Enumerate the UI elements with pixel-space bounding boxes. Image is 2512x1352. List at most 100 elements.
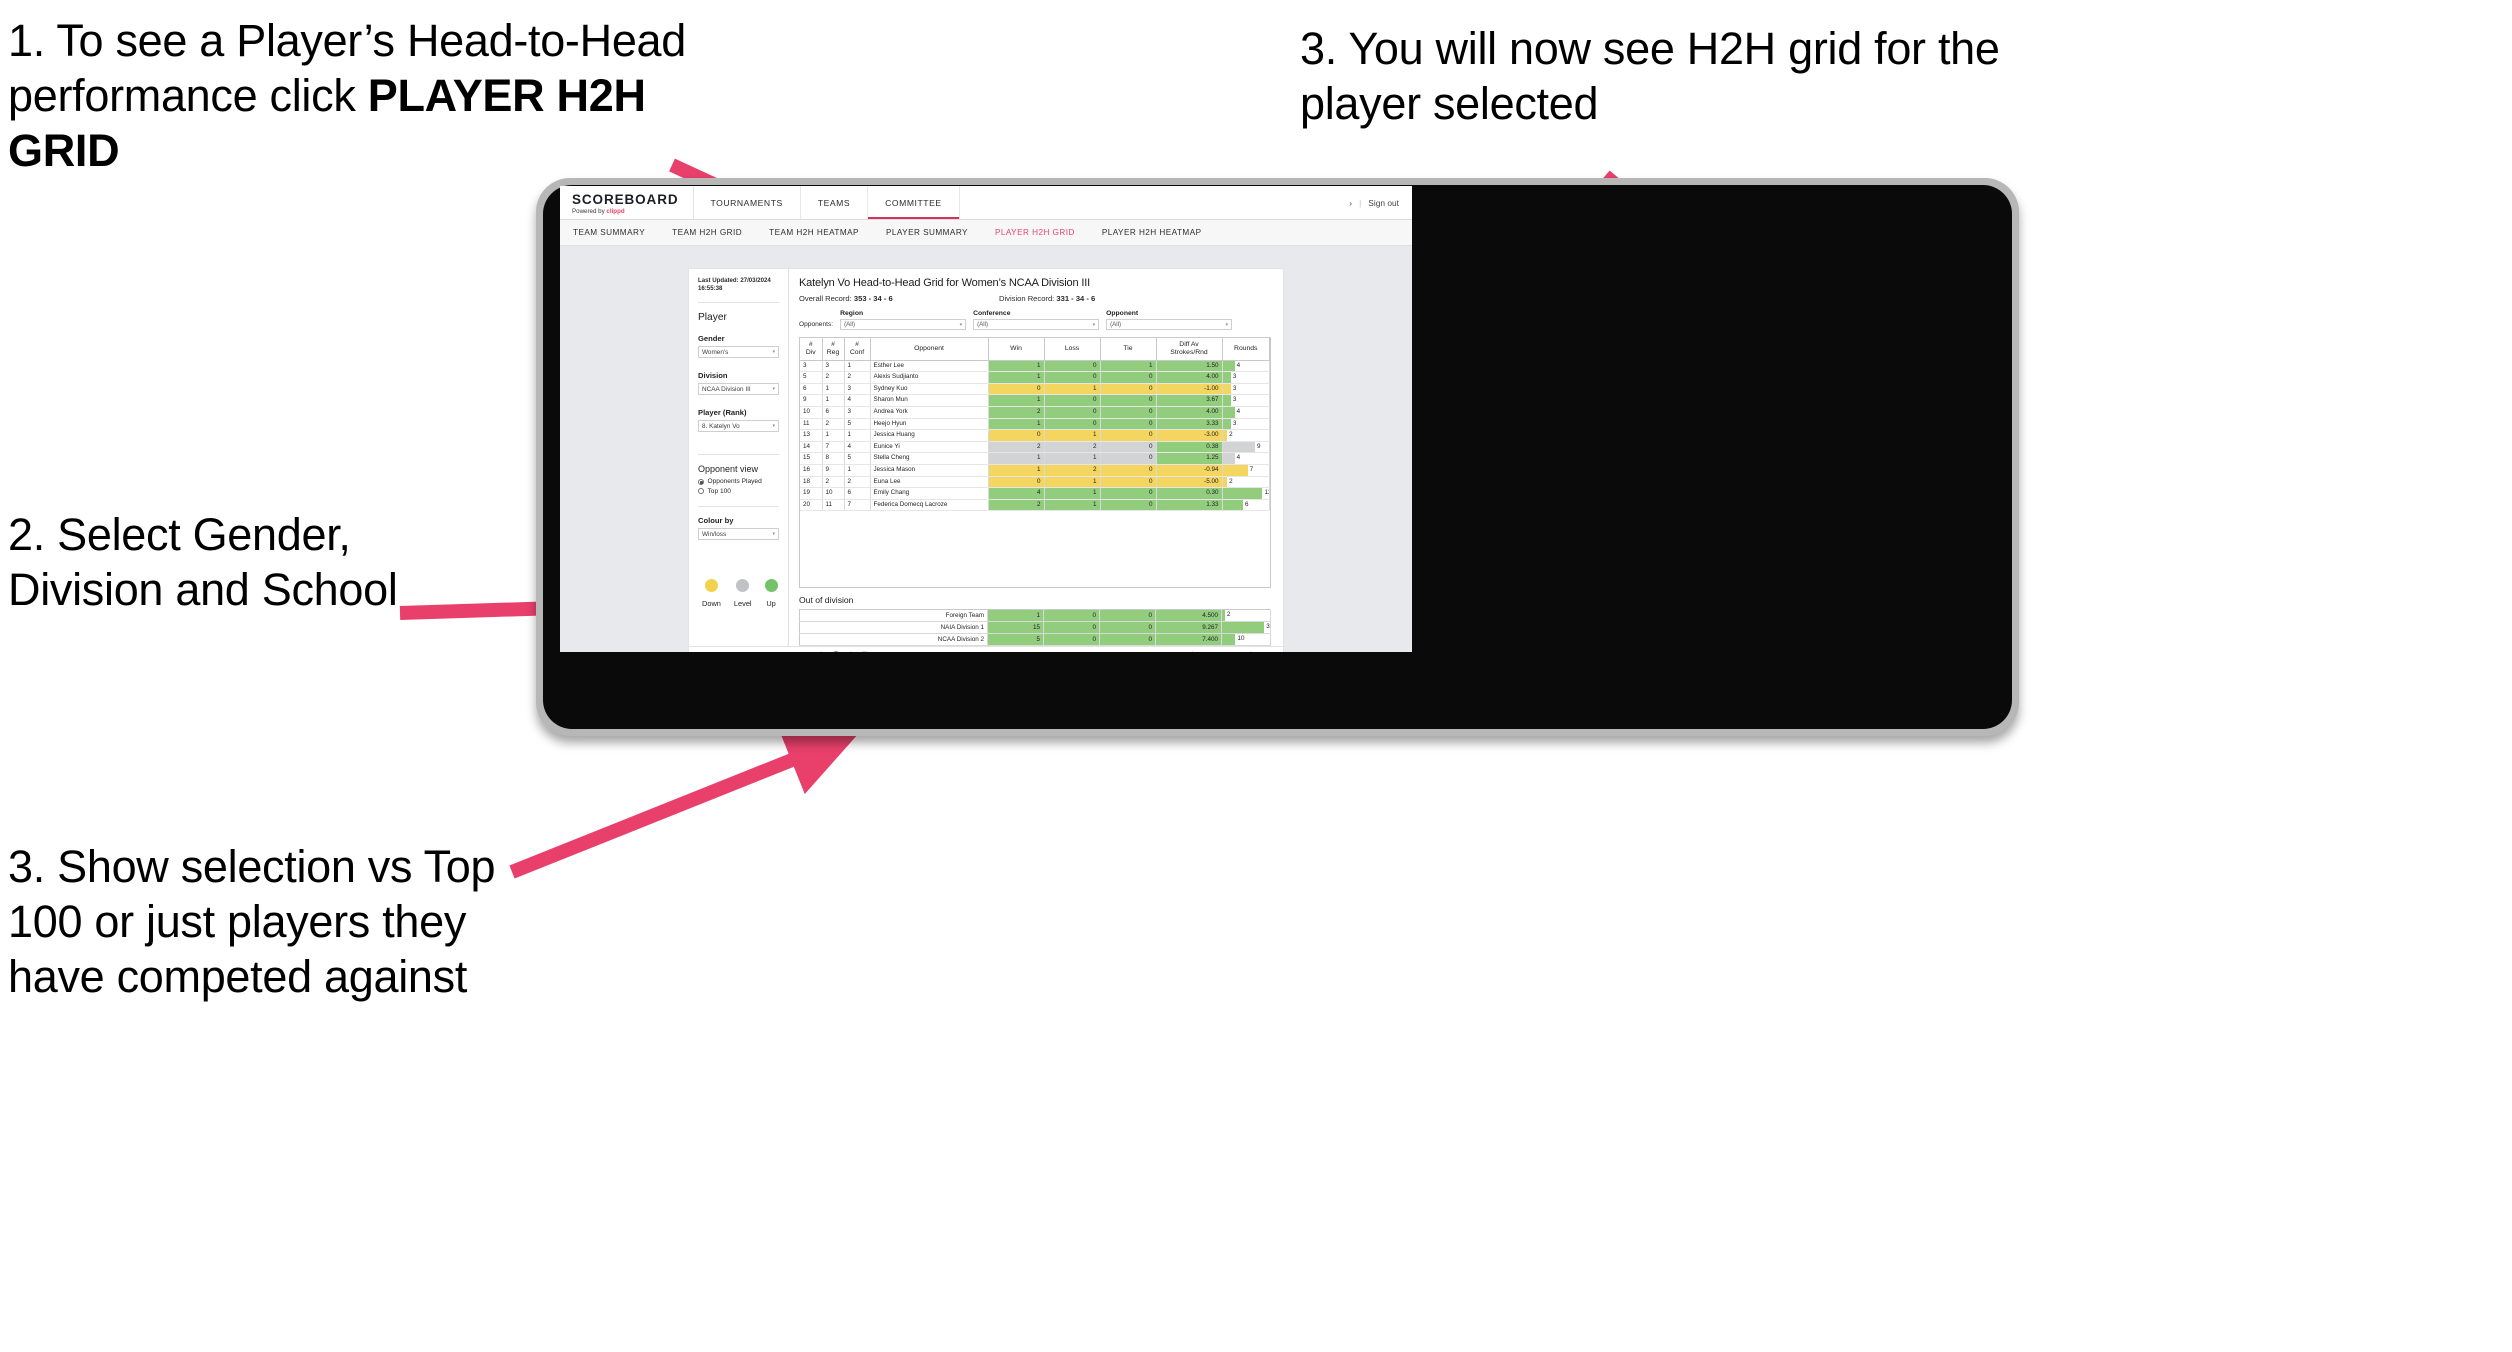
- cell-opponent: Sharon Mun: [870, 394, 989, 407]
- cell-div: 11: [800, 418, 823, 431]
- gender-value: Women's: [702, 348, 729, 356]
- overall-record: Overall Record: 353 - 34 - 6: [799, 294, 999, 303]
- cell-diff: 3.67: [1156, 394, 1223, 407]
- rounds-value: 3: [1232, 384, 1237, 392]
- legend-label-down: Down: [702, 599, 721, 609]
- sign-out-link[interactable]: Sign out: [1368, 198, 1399, 208]
- table-row[interactable]: NAIA Division 115009.26730: [799, 621, 1271, 634]
- opponent-select[interactable]: (All) ▾: [1106, 319, 1233, 330]
- cell-loss: 0: [1044, 406, 1101, 419]
- out-of-division-body: Foreign Team 1 0 0 4.500 2 NAIA Division 1 15 0 0…: [799, 609, 1271, 646]
- view-original-button[interactable]: View: Original: [860, 651, 911, 652]
- subnav-team-summary[interactable]: TEAM SUMMARY: [573, 228, 660, 237]
- radio-top-100-label: Top 100: [707, 487, 731, 495]
- cell-tie: 0: [1099, 633, 1156, 646]
- h2h-header-row: # Div # Reg # Conf Opponent Win Loss Tie Di…: [800, 338, 1270, 361]
- col-diff-l2: Strokes/Rnd: [1170, 348, 1208, 356]
- refresh-icon[interactable]: [753, 651, 762, 653]
- cell-tie: 1: [1100, 360, 1157, 373]
- col-reg: # Reg: [822, 338, 845, 361]
- table-row[interactable]: 9 1 4 Sharon Mun 1 0 0 3.67 3: [800, 394, 1270, 407]
- nav-teams[interactable]: TEAMS: [801, 186, 869, 219]
- region-select[interactable]: (All) ▾: [840, 319, 967, 330]
- subnav-team-h2h-grid[interactable]: TEAM H2H GRID: [672, 228, 757, 237]
- swap-dropdown-icon[interactable]: ▾: [809, 651, 812, 652]
- table-row[interactable]: 13 1 1 Jessica Huang 0 1 0 -3.00 2: [800, 429, 1270, 442]
- cell-win: 2: [988, 441, 1045, 454]
- revert-icon[interactable]: [735, 651, 744, 652]
- nav-tournaments[interactable]: TOURNAMENTS: [694, 186, 801, 219]
- rounds-bar: [1222, 395, 1231, 406]
- cell-loss: 0: [1044, 360, 1101, 373]
- table-row[interactable]: 3 3 1 Esther Lee 1 0 1 1.50 4: [800, 360, 1270, 373]
- player-select[interactable]: 8. Katelyn Vo ▾: [698, 420, 779, 433]
- table-row[interactable]: 11 2 5 Heejo Hyun 1 0 0 3.33 3: [800, 418, 1270, 431]
- chevron-right-icon[interactable]: ›: [1349, 198, 1352, 208]
- watch-button[interactable]: Watch ▾: [1148, 651, 1183, 653]
- subnav-player-summary[interactable]: PLAYER SUMMARY: [886, 228, 983, 237]
- col-div: # Div: [800, 338, 823, 361]
- h2h-table-wrapper[interactable]: # Div # Reg # Conf Opponent Win Loss Tie Di…: [799, 337, 1271, 588]
- pause-icon[interactable]: [771, 651, 780, 653]
- player-label: Player (Rank): [698, 408, 747, 418]
- col-diff: Diff Av Strokes/Rnd: [1156, 338, 1223, 361]
- nav-committee[interactable]: COMMITTEE: [868, 186, 960, 219]
- radio-opponents-played[interactable]: Opponents Played: [698, 478, 779, 485]
- chevron-down-icon: ▾: [1225, 321, 1229, 328]
- fullscreen-icon[interactable]: [1226, 651, 1235, 652]
- gender-select[interactable]: Women's ▾: [698, 346, 779, 359]
- cell-rounds: 2: [1222, 476, 1270, 489]
- legend-label-up: Up: [766, 599, 776, 609]
- cell-rounds: 11: [1222, 487, 1270, 500]
- col-conf-l2: Conf: [849, 348, 865, 356]
- player-field: Player (Rank) 8. Katelyn Vo ▾: [698, 408, 779, 433]
- table-row[interactable]: 6 1 3 Sydney Kuo 0 1 0 -1.00 3: [800, 383, 1270, 396]
- conference-select[interactable]: (All) ▾: [973, 319, 1100, 330]
- divider: [698, 302, 779, 304]
- chevron-down-icon: ▾: [1092, 321, 1096, 328]
- app-header: SCOREBOARD Powered by clippd TOURNAMENTS…: [560, 186, 1412, 220]
- rounds-value: 4: [1236, 361, 1241, 369]
- cell-win: 5: [987, 633, 1044, 646]
- subnav-player-h2h-grid[interactable]: PLAYER H2H GRID: [995, 228, 1090, 237]
- division-record-label: Division Record:: [999, 294, 1057, 303]
- table-row[interactable]: 18 2 2 Euna Lee 0 1 0 -5.00 2: [800, 476, 1270, 489]
- cell-tie: 0: [1100, 464, 1157, 477]
- radio-top-100[interactable]: Top 100: [698, 488, 779, 495]
- gender-field: Gender Women's ▾: [698, 334, 779, 359]
- table-row[interactable]: 5 2 2 Alexis Sudjianto 1 0 0 4.00 3: [800, 371, 1270, 384]
- brand-tagline: Powered by clippd: [572, 208, 679, 215]
- cell-loss: 1: [1044, 487, 1101, 500]
- table-row[interactable]: 15 8 5 Stella Cheng 1 1 0 1.25 4: [800, 452, 1270, 465]
- cell-loss: 1: [1044, 383, 1101, 396]
- radio-unselected-icon: [698, 488, 704, 495]
- cell-rounds: 6: [1222, 499, 1270, 512]
- table-row[interactable]: 19106Emily Chang4100.3011: [800, 487, 1270, 500]
- brand-logo[interactable]: SCOREBOARD Powered by clippd: [560, 186, 694, 219]
- cell-tie: 0: [1099, 621, 1156, 634]
- rounds-value: 4: [1236, 454, 1241, 462]
- division-select[interactable]: NCAA Division III ▾: [698, 383, 779, 396]
- h2h-table-head: # Div # Reg # Conf Opponent Win Loss Tie Di…: [800, 338, 1270, 361]
- cell-conf: 2: [844, 371, 871, 384]
- share-button[interactable]: Share: [1244, 651, 1273, 652]
- table-row[interactable]: 10 6 3 Andrea York 2 0 0 4.00 4: [800, 406, 1270, 419]
- table-row[interactable]: 16 9 1 Jessica Mason 1 2 0 -0.94 7: [800, 464, 1270, 477]
- subnav-player-h2h-heatmap[interactable]: PLAYER H2H HEATMAP: [1102, 228, 1217, 237]
- table-row[interactable]: NCAA Division 2 5 0 0 7.400 10: [799, 633, 1271, 646]
- swap-icon[interactable]: [789, 651, 800, 653]
- cell-diff: -3.00: [1156, 429, 1223, 442]
- pause-auto-update-icon[interactable]: [831, 650, 841, 652]
- rounds-value: 4: [1236, 408, 1241, 415]
- save-custom-view-button[interactable]: Save Custom View: [920, 651, 986, 653]
- out-of-division-table: Foreign Team 1 0 0 4.500 2 NAIA Division 1 15 0 0…: [799, 609, 1271, 646]
- colour-by-select[interactable]: Win/loss ▾: [698, 528, 779, 541]
- table-row[interactable]: Foreign Team 1 0 0 4.500 2: [799, 609, 1271, 622]
- undo-icon[interactable]: [699, 651, 708, 652]
- subnav-team-h2h-heatmap[interactable]: TEAM H2H HEATMAP: [769, 228, 874, 237]
- redo-icon[interactable]: [717, 651, 726, 652]
- divider: [698, 506, 779, 508]
- table-row[interactable]: 14 7 4 Eunice Yi 2 2 0 0.38 9: [800, 441, 1270, 454]
- table-row[interactable]: 20 11 7 Federica Domecq Lacroze 2 1 0 1.33 6: [800, 499, 1270, 512]
- download-icon[interactable]: ▾: [1202, 651, 1218, 652]
